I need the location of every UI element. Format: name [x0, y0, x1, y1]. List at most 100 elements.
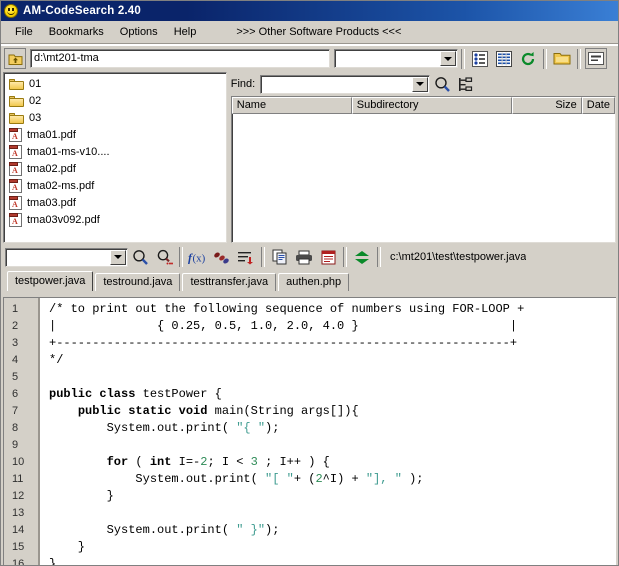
folder-icon [9, 112, 24, 124]
code-line: +---------------------------------------… [49, 336, 518, 350]
line-number: 2 [12, 320, 19, 332]
list-item[interactable]: 03 [6, 109, 226, 126]
line-number: 15 [12, 541, 25, 553]
notepad-button[interactable] [317, 246, 339, 268]
folder-icon [9, 95, 24, 107]
file-name: tma02-ms.pdf [27, 179, 95, 192]
pdf-icon [9, 178, 22, 193]
bookmark-icon [214, 252, 229, 263]
application-window: AM-CodeSearch 2.40 File Bookmarks Option… [0, 0, 619, 566]
print-button[interactable] [293, 246, 315, 268]
line-number: 16 [12, 558, 25, 565]
tab-testround-java[interactable]: testround.java [95, 273, 181, 291]
sort-updown-button[interactable] [351, 246, 373, 268]
line-number: 7 [12, 405, 19, 417]
list-item[interactable]: tma03.pdf [6, 194, 226, 211]
code-toolbar-divider-3 [343, 247, 347, 267]
file-list-pane[interactable]: 01 02 03 tma01.pdf tma01-ms-v10.... [3, 72, 227, 243]
open-file-path: c:\mt201\test\testpower.java [390, 251, 527, 263]
find-button[interactable] [129, 246, 151, 268]
other-software-products-link[interactable]: >>> Other Software Products <<< [236, 26, 401, 38]
code-line: public class testPower { [49, 387, 222, 401]
smiley-icon [4, 4, 18, 18]
menu-options[interactable]: Options [112, 24, 166, 40]
code-search-dropdown-arrow[interactable] [110, 249, 126, 265]
list-item[interactable]: 02 [6, 92, 226, 109]
code-search-input[interactable] [5, 247, 128, 267]
line-number: 14 [12, 524, 25, 536]
list-item[interactable]: tma01.pdf [6, 126, 226, 143]
pdf-icon [9, 161, 22, 176]
line-number: 4 [12, 354, 19, 366]
list-view-icon [496, 50, 512, 67]
tab-testpower-java[interactable]: testpower.java [7, 271, 94, 291]
list-view-button[interactable] [493, 48, 515, 69]
path-input[interactable]: d:\mt201-tma [30, 49, 330, 68]
copy-button[interactable] [269, 246, 291, 268]
properties-icon [588, 52, 604, 65]
file-name: tma03v092.pdf [27, 213, 100, 226]
code-line: } [49, 489, 114, 503]
column-header-subdirectory[interactable]: Subdirectory [351, 97, 512, 114]
pdf-icon [9, 144, 22, 159]
find-search-button[interactable] [430, 73, 455, 95]
path-filter-dropdown-arrow[interactable] [440, 51, 456, 66]
list-item[interactable]: tma03v092.pdf [6, 211, 226, 228]
pdf-icon [9, 195, 22, 210]
tree-view-button[interactable] [469, 48, 491, 69]
column-header-size[interactable]: Size [511, 97, 582, 114]
function-list-icon: f (x) [188, 250, 206, 264]
list-item[interactable]: tma02.pdf [6, 160, 226, 177]
line-number: 3 [12, 337, 19, 349]
editor-tabs: testpower.java testround.java testtransf… [1, 269, 618, 291]
svg-text:(x): (x) [193, 252, 206, 264]
column-header-date[interactable]: Date [581, 97, 615, 114]
folder-up-button[interactable] [4, 48, 26, 69]
path-filter-combo[interactable] [334, 49, 458, 68]
menu-help[interactable]: Help [166, 24, 205, 40]
file-name: tma03.pdf [27, 196, 76, 209]
folder-icon [9, 78, 24, 90]
window-title: AM-CodeSearch 2.40 [23, 5, 141, 17]
line-number: 12 [12, 490, 25, 502]
line-number: 10 [12, 456, 25, 468]
line-number: 1 [12, 303, 19, 315]
results-pane: Find: Name Subdirectory Size Date [230, 72, 616, 243]
find-next-button[interactable] [153, 246, 175, 268]
refresh-button[interactable] [517, 48, 539, 69]
open-folder-button[interactable] [551, 48, 573, 69]
list-item[interactable]: tma02-ms.pdf [6, 177, 226, 194]
function-list-button[interactable]: f (x) [187, 246, 209, 268]
code-toolbar-divider-2 [261, 247, 265, 267]
code-content[interactable]: /* to print out the following sequence o… [40, 298, 616, 565]
file-name: 03 [29, 111, 42, 124]
code-line: /* to print out the following sequence o… [49, 302, 525, 316]
title-bar: AM-CodeSearch 2.40 [1, 1, 618, 21]
goto-line-button[interactable] [235, 246, 257, 268]
list-item[interactable]: 01 [6, 75, 226, 92]
expand-tree-button[interactable] [454, 73, 479, 95]
code-editor[interactable]: 1 2 3 4 5 6 7 8 9 10 11 12 13 14 15 16 /… [3, 297, 616, 565]
find-row: Find: [231, 72, 616, 96]
bookmark-button[interactable] [211, 246, 233, 268]
list-item[interactable]: tma01-ms-v10.... [6, 143, 226, 160]
pdf-icon [9, 127, 22, 142]
tab-testtransfer-java[interactable]: testtransfer.java [182, 273, 277, 291]
tab-authen-php[interactable]: authen.php [278, 273, 350, 291]
refresh-icon [521, 51, 535, 65]
menu-bookmarks[interactable]: Bookmarks [41, 24, 112, 40]
line-number: 8 [12, 422, 19, 434]
file-name: tma01-ms-v10.... [27, 145, 110, 158]
line-number: 11 [12, 473, 24, 485]
results-list[interactable]: Name Subdirectory Size Date [230, 96, 616, 243]
line-number: 6 [12, 388, 19, 400]
find-input[interactable] [260, 74, 431, 94]
find-dropdown-arrow[interactable] [412, 76, 429, 92]
code-line: } [49, 557, 57, 565]
line-number: 5 [12, 371, 19, 383]
properties-button[interactable] [585, 48, 607, 69]
code-line: | { 0.25, 0.5, 1.0, 2.0, 4.0 } | [49, 319, 518, 333]
column-header-name[interactable]: Name [231, 97, 352, 114]
code-line: */ [49, 353, 64, 367]
menu-file[interactable]: File [7, 24, 41, 40]
